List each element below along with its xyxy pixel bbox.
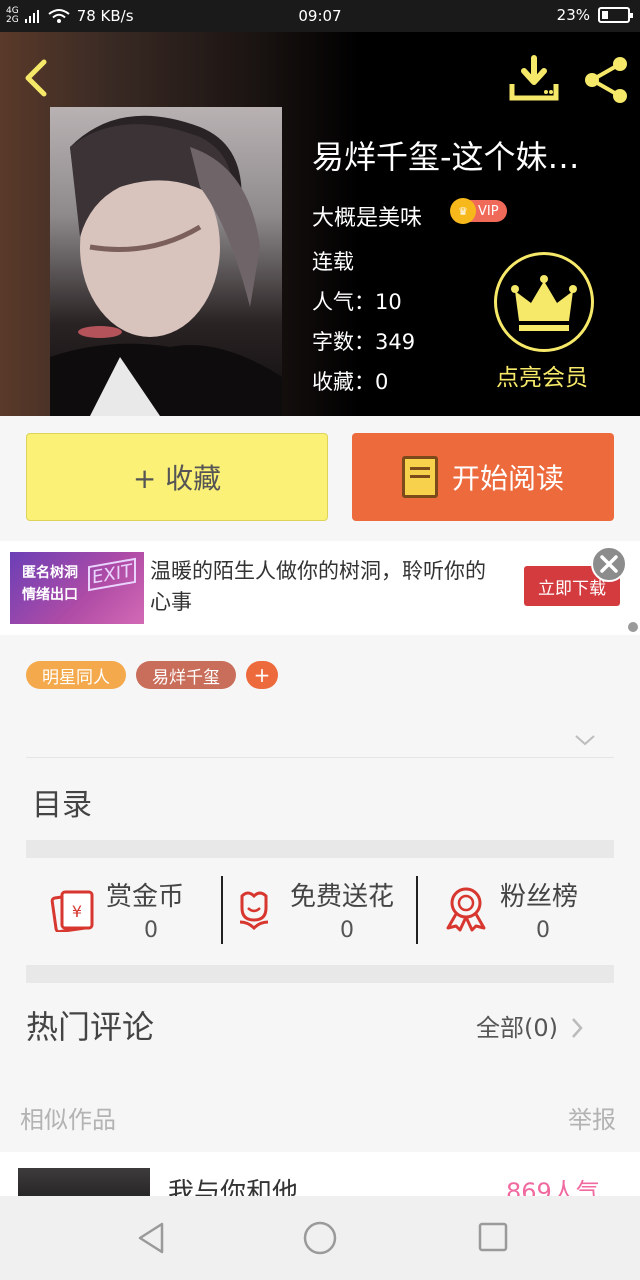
hot-comments-heading: 热门评论 bbox=[26, 1008, 155, 1046]
ad-image-line2: 情绪出口 bbox=[22, 587, 78, 603]
vip-badge-label: VIP bbox=[478, 203, 499, 219]
svg-text:¥: ¥ bbox=[72, 902, 82, 921]
stat-value: 0 bbox=[340, 918, 354, 943]
flower-icon bbox=[239, 891, 269, 931]
similar-work-title: 我与你和他 bbox=[168, 1178, 299, 1196]
divider bbox=[26, 757, 614, 758]
favorite-button[interactable]: + 收藏 bbox=[26, 433, 328, 521]
word-count-label: 字数： bbox=[312, 330, 375, 354]
home-circle-icon[interactable] bbox=[302, 1220, 338, 1256]
ad-exit-sign: EXIT bbox=[87, 557, 136, 592]
tag-yiyang-qianxi[interactable]: 易烊千玺 bbox=[136, 661, 236, 689]
battery-level bbox=[602, 11, 608, 19]
close-icon bbox=[600, 555, 618, 573]
section-separator bbox=[26, 840, 614, 858]
ad-image-line1: 匿名树洞 bbox=[22, 565, 78, 581]
book-icon bbox=[401, 456, 438, 498]
stat-label: 免费送花 bbox=[290, 882, 395, 912]
ad-banner[interactable]: 匿名树洞 情绪出口 EXIT 温暖的陌生人做你的树洞，聆听你的心事 立即下载 bbox=[0, 541, 640, 635]
all-comments-label: 全部(0) bbox=[476, 1014, 558, 1042]
status-bar: 4G 2G 78 KB/s 09:07 23% bbox=[0, 0, 640, 32]
popularity-label: 人气： bbox=[312, 290, 375, 314]
member-label[interactable]: 点亮会员 bbox=[496, 358, 588, 392]
back-button[interactable] bbox=[18, 58, 58, 98]
word-count-value: 349 bbox=[375, 330, 416, 354]
download-button[interactable] bbox=[508, 54, 560, 102]
stat-fan-ranking[interactable]: 粉丝榜 0 bbox=[444, 876, 614, 946]
battery-percent: 23% bbox=[556, 6, 590, 24]
book-cover[interactable] bbox=[50, 107, 282, 416]
favorites-label: 收藏： bbox=[312, 370, 375, 394]
stat-value: 0 bbox=[144, 918, 158, 943]
serial-status: 连载 bbox=[312, 250, 354, 274]
expand-chevron-icon[interactable] bbox=[574, 732, 596, 746]
all-comments-link[interactable]: 全部(0) bbox=[476, 1008, 584, 1043]
stat-label: 粉丝榜 bbox=[500, 882, 579, 912]
start-reading-label: 开始阅读 bbox=[451, 462, 564, 495]
favorite-button-label: + 收藏 bbox=[132, 462, 222, 495]
popularity-value: 10 bbox=[375, 290, 402, 314]
recents-square-icon[interactable] bbox=[476, 1220, 510, 1254]
ad-close-button[interactable] bbox=[591, 546, 627, 582]
battery-icon bbox=[598, 7, 633, 23]
medal-icon bbox=[446, 887, 486, 932]
similar-work-popularity: 869人气 bbox=[506, 1178, 600, 1196]
member-button[interactable] bbox=[494, 252, 594, 352]
clock: 09:07 bbox=[298, 7, 342, 25]
book-title: 易烊千玺-这个妹… bbox=[312, 138, 580, 176]
share-button[interactable] bbox=[580, 54, 632, 106]
vip-crown-icon: ♛ bbox=[450, 198, 476, 224]
section-separator bbox=[26, 965, 614, 983]
favorites-row: 收藏：0 bbox=[312, 366, 388, 396]
vip-badge: ♛ VIP bbox=[450, 198, 507, 224]
stat-divider bbox=[416, 876, 418, 944]
add-tag-button[interactable]: + bbox=[246, 661, 278, 689]
stat-value: 0 bbox=[536, 918, 550, 943]
back-triangle-icon[interactable] bbox=[134, 1220, 168, 1256]
report-button[interactable]: 举报 bbox=[568, 1100, 616, 1135]
table-of-contents[interactable]: 目录 bbox=[32, 780, 92, 824]
cover-portrait bbox=[50, 115, 282, 416]
red-envelope-icon: ¥ bbox=[50, 890, 94, 932]
ad-image[interactable]: 匿名树洞 情绪出口 EXIT bbox=[10, 552, 144, 624]
share-icon bbox=[585, 57, 627, 103]
status-right: 23% bbox=[556, 6, 633, 24]
similar-works-heading: 相似作品 bbox=[20, 1106, 116, 1134]
similar-work-cover bbox=[18, 1168, 150, 1196]
chevron-left-icon bbox=[25, 59, 47, 97]
ad-text[interactable]: 温暖的陌生人做你的树洞，聆听你的心事 bbox=[150, 556, 490, 618]
crown-icon bbox=[511, 275, 577, 331]
stat-label: 赏金币 bbox=[106, 882, 185, 912]
system-nav-bar bbox=[0, 1196, 640, 1280]
chevron-right-icon bbox=[571, 1018, 583, 1038]
stat-divider bbox=[221, 876, 223, 944]
ad-info-icon[interactable] bbox=[628, 622, 638, 632]
tag-celebrity-fanfic[interactable]: 明星同人 bbox=[26, 661, 126, 689]
word-count-row: 字数：349 bbox=[312, 326, 415, 356]
stat-free-flowers[interactable]: 免费送花 0 bbox=[234, 876, 414, 946]
similar-work-item[interactable]: 我与你和他 869人气 bbox=[0, 1152, 640, 1196]
download-icon bbox=[509, 55, 559, 101]
author-name[interactable]: 大概是美味 bbox=[312, 200, 422, 232]
stat-tip-coins[interactable]: ¥ 赏金币 0 bbox=[50, 876, 220, 946]
popularity-row: 人气：10 bbox=[312, 286, 402, 316]
favorites-value: 0 bbox=[375, 370, 389, 394]
start-reading-button[interactable]: 开始阅读 bbox=[352, 433, 614, 521]
book-header: 易烊千玺-这个妹… 大概是美味 ♛ VIP 连载 人气：10 字数：349 收藏… bbox=[0, 32, 640, 416]
